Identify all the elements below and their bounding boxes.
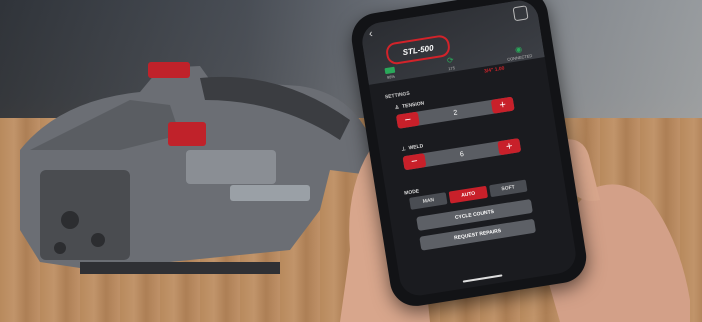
cycle-status: ⟳ 175	[446, 55, 455, 71]
mode-soft-button[interactable]: SOFT	[488, 179, 528, 198]
settings-title: SETTINGS	[384, 90, 411, 101]
wifi-icon: ◉	[514, 44, 523, 55]
home-indicator[interactable]	[462, 274, 503, 283]
strap-size: 3/4" 1.00	[483, 65, 505, 75]
cycle-icon: ⟳	[446, 55, 455, 66]
cycle-label: 175	[447, 65, 456, 72]
weld-increase-button[interactable]: +	[497, 138, 522, 156]
weld-label: WELD	[408, 143, 424, 152]
home-icon[interactable]	[512, 5, 529, 22]
battery-label: 98%	[386, 73, 396, 80]
battery-status: 98%	[384, 66, 396, 79]
tension-label-row: ♙ TENSION	[394, 100, 424, 111]
tension-icon: ♙	[394, 104, 400, 112]
weld-decrease-button[interactable]: −	[402, 153, 427, 171]
weld-label-row: ⊥ WELD	[401, 143, 424, 152]
tension-label: TENSION	[401, 100, 425, 110]
tension-decrease-button[interactable]: −	[395, 111, 420, 129]
app-screen: ‹ STL-500 98% ⟳ 175 ◉ CONNECTED 3/4" 1.0…	[359, 0, 579, 299]
hands-image	[340, 139, 690, 322]
mode-auto-button[interactable]: AUTO	[448, 185, 488, 204]
weld-value: 6	[459, 150, 465, 158]
photo-scene: ‹ STL-500 98% ⟳ 175 ◉ CONNECTED 3/4" 1.0…	[0, 0, 702, 322]
tension-increase-button[interactable]: +	[490, 96, 515, 114]
weld-icon: ⊥	[400, 145, 407, 153]
mode-label: MODE	[403, 188, 420, 197]
tension-value: 2	[452, 108, 458, 117]
